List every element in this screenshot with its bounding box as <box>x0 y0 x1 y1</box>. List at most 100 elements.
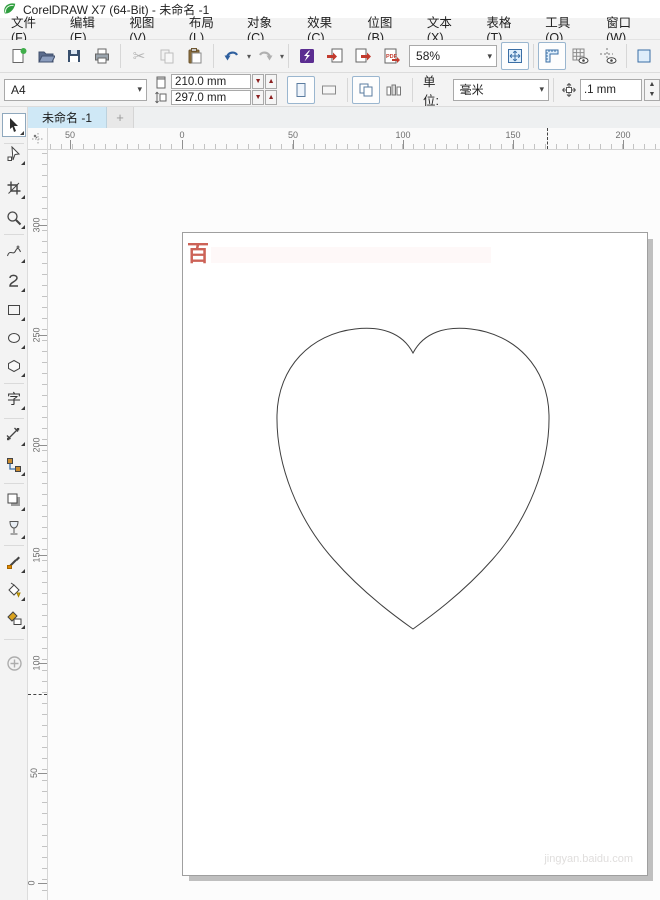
smart-fill-tool[interactable] <box>2 606 26 630</box>
units-combobox[interactable]: 毫米 ▾ <box>452 78 549 101</box>
ruler-label: 100 <box>395 130 411 140</box>
toolbox: 字 <box>0 107 28 900</box>
text-tool[interactable]: 字 <box>2 387 26 411</box>
polygon-tool[interactable] <box>2 354 26 378</box>
document-tab-label: 未命名 -1 <box>42 111 93 125</box>
connector-tool[interactable] <box>2 453 26 477</box>
transparency-tool[interactable] <box>2 516 26 540</box>
chevron-down-icon: ▾ <box>539 84 544 94</box>
vertical-ruler[interactable]: 300 250 200 150 100 50 0 <box>27 150 48 900</box>
page-size-preset-value: A4 <box>11 82 26 97</box>
document-tab-active[interactable]: 未命名 -1 <box>28 107 108 128</box>
standard-toolbar: ✂ ▾ ▾ PDF 58% ▾ <box>0 40 660 73</box>
units-value: 毫米 <box>459 83 484 97</box>
chevron-down-icon: ▾ <box>137 84 143 94</box>
page-height-decrease-button[interactable]: ▼ <box>252 90 265 105</box>
menu-bar: 文件(F) 编辑(E) 视图(V) 布局(L) 对象(C) 效果(C) 位图(B… <box>0 16 660 45</box>
artistic-media-tool[interactable] <box>2 269 26 293</box>
page-dimension-icons <box>155 76 167 104</box>
property-bar: A4 ▾ 210.0 mm ▼ ▲ 297.0 mm ▼ ▲ 单位: 毫米 ▾ <box>0 73 660 108</box>
landscape-orientation-button[interactable] <box>315 76 343 104</box>
color-eyedropper-tool[interactable] <box>2 550 26 574</box>
spin-down-icon[interactable]: ▼ <box>644 89 659 100</box>
toolbar-separator <box>533 44 535 68</box>
rectangle-tool[interactable] <box>2 298 26 322</box>
artistic-media-icon <box>9 274 18 287</box>
drawing-canvas[interactable]: 百 jingyan.baidu.com <box>48 150 660 900</box>
crop-icon <box>7 181 21 195</box>
show-guidelines-button[interactable] <box>594 42 622 70</box>
zoom-tool[interactable] <box>2 206 26 230</box>
new-document-tab-button[interactable]: + <box>107 107 135 128</box>
undo-button[interactable] <box>218 42 246 70</box>
zoom-levels-combobox[interactable]: 58% ▾ <box>409 45 498 67</box>
shape-icon <box>7 146 21 161</box>
plus-icon: + <box>116 110 124 125</box>
all-pages-button[interactable] <box>352 75 381 104</box>
current-page-button[interactable] <box>380 76 408 104</box>
publish-to-pdf-button[interactable]: PDF <box>377 42 405 70</box>
ruler-label: 0 <box>179 130 185 140</box>
pick-tool[interactable] <box>2 113 26 137</box>
toolbar-separator <box>626 44 628 68</box>
toolbar-separator <box>213 44 214 68</box>
parallel-dimension-tool[interactable] <box>2 423 26 447</box>
dimension-icon <box>6 427 20 441</box>
page-height-icon <box>155 91 167 103</box>
rectangle-icon <box>8 305 20 315</box>
nudge-spinner[interactable]: ▲ ▼ <box>643 78 660 101</box>
paste-button[interactable] <box>181 42 209 70</box>
snap-to-button[interactable] <box>631 42 659 70</box>
new-document-button[interactable] <box>4 42 32 70</box>
add-tools-button[interactable] <box>2 651 26 675</box>
nudge-distance-value: .1 mm <box>583 83 616 96</box>
freehand-tool[interactable] <box>2 240 26 264</box>
page-width-value: 210.0 mm <box>175 75 227 88</box>
portrait-orientation-button[interactable] <box>287 75 316 104</box>
page-dimensions-group: 210.0 mm ▼ ▲ 297.0 mm ▼ ▲ <box>171 74 278 105</box>
show-rulers-button[interactable] <box>538 42 567 70</box>
nudge-distance-field[interactable]: .1 mm <box>579 78 642 101</box>
page-height-increase-button[interactable]: ▲ <box>265 90 278 105</box>
ruler-label: 200 <box>615 130 631 140</box>
export-button[interactable] <box>349 42 377 70</box>
document-tab-bar: 未命名 -1 + <box>28 107 660 128</box>
show-grid-button[interactable] <box>566 42 594 70</box>
document-page[interactable]: 百 jingyan.baidu.com <box>182 232 648 876</box>
save-button[interactable] <box>60 42 88 70</box>
ellipse-icon <box>8 333 20 343</box>
import-button[interactable] <box>321 42 349 70</box>
fit-page-button[interactable] <box>501 42 530 70</box>
ruler-origin-icon <box>31 132 44 145</box>
open-button[interactable] <box>32 42 60 70</box>
interactive-fill-tool[interactable] <box>2 578 26 602</box>
page-width-field[interactable]: 210.0 mm <box>171 74 252 89</box>
ellipse-tool[interactable] <box>2 326 26 350</box>
page-size-preset-combobox[interactable]: A4 ▾ <box>4 78 148 101</box>
print-button[interactable] <box>88 42 116 70</box>
smart-fill-icon <box>7 611 22 625</box>
heart-shape[interactable] <box>183 233 647 875</box>
cut-button[interactable]: ✂ <box>125 42 153 70</box>
transparency-icon <box>9 521 19 535</box>
page-width-increase-button[interactable]: ▲ <box>265 74 278 89</box>
magnifier-icon <box>7 211 22 226</box>
shape-tool[interactable] <box>2 142 26 166</box>
ruler-label: 150 <box>505 130 521 140</box>
spin-up-icon[interactable]: ▲ <box>644 79 659 90</box>
freehand-icon <box>7 245 21 257</box>
copy-button[interactable] <box>153 42 181 70</box>
search-content-button[interactable] <box>293 42 321 70</box>
toolbar-separator <box>288 44 290 68</box>
horizontal-ruler[interactable]: 50 0 50 100 150 200 <box>48 128 660 150</box>
drop-shadow-tool[interactable] <box>2 488 26 512</box>
ruler-origin[interactable] <box>28 128 48 150</box>
page-height-field[interactable]: 297.0 mm <box>171 90 252 105</box>
page-width-decrease-button[interactable]: ▼ <box>252 74 265 89</box>
redo-button[interactable] <box>251 42 279 70</box>
cursor-position-indicator <box>28 694 47 695</box>
ruler-label: 50 <box>287 130 299 140</box>
nudge-offset-icon <box>562 82 576 97</box>
crop-tool[interactable] <box>2 176 26 200</box>
redo-dropdown-caret[interactable]: ▾ <box>280 52 284 61</box>
